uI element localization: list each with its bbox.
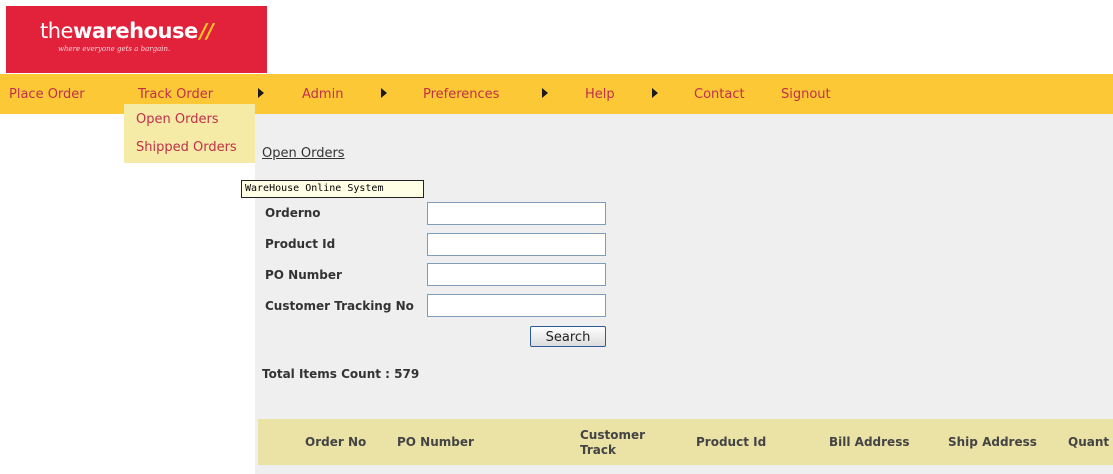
orderno-input[interactable]: [427, 202, 606, 225]
logo-tagline: where everyone gets a bargain.: [58, 45, 171, 53]
po-number-input[interactable]: [427, 263, 606, 286]
menu-place-order[interactable]: Place Order: [9, 87, 85, 102]
search-button[interactable]: Search: [530, 326, 606, 347]
column-header-order-no[interactable]: Order No: [305, 435, 366, 450]
menu-contact[interactable]: Contact: [694, 87, 745, 102]
warehouse-logo[interactable]: thewarehouse// where everyone gets a bar…: [6, 6, 267, 73]
track-order-dropdown: Open Orders Shipped Orders: [124, 104, 255, 163]
total-items-count: Total Items Count : 579: [262, 367, 420, 381]
dropdown-item-shipped-orders[interactable]: Shipped Orders: [136, 140, 237, 155]
product-id-input[interactable]: [427, 233, 606, 256]
column-header-po-number[interactable]: PO Number: [397, 435, 474, 450]
menu-help[interactable]: Help: [585, 87, 615, 102]
column-header-customer-track[interactable]: Customer Track: [580, 428, 645, 458]
column-header-quantity[interactable]: Quant: [1068, 435, 1109, 450]
menu-preferences[interactable]: Preferences: [423, 87, 499, 102]
logo-brand-bold: warehouse: [72, 19, 198, 43]
customer-tracking-input[interactable]: [427, 294, 606, 317]
po-number-label: PO Number: [265, 268, 342, 282]
product-id-label: Product Id: [265, 237, 336, 251]
logo-slashes: //: [199, 19, 214, 43]
app-root: thewarehouse// where everyone gets a bar…: [0, 0, 1113, 474]
logo-brand-light: the: [40, 19, 73, 43]
orderno-label: Orderno: [265, 206, 321, 220]
submenu-arrow-icon: [542, 88, 548, 98]
column-header-product-id[interactable]: Product Id: [696, 435, 766, 450]
logo-wordmark: thewarehouse//: [40, 18, 267, 44]
submenu-arrow-icon: [381, 88, 387, 98]
page-title[interactable]: Open Orders: [262, 146, 345, 161]
menu-signout[interactable]: Signout: [781, 87, 831, 102]
submenu-arrow-icon: [258, 88, 264, 98]
column-header-ship-address[interactable]: Ship Address: [948, 435, 1037, 450]
menu-admin[interactable]: Admin: [302, 87, 343, 102]
submenu-arrow-icon: [652, 88, 658, 98]
dropdown-item-open-orders[interactable]: Open Orders: [136, 112, 219, 127]
orders-table-header: Order No PO Number Customer Track Produc…: [258, 419, 1113, 465]
column-header-bill-address[interactable]: Bill Address: [829, 435, 909, 450]
menu-track-order[interactable]: Track Order: [138, 87, 213, 102]
tooltip: WareHouse Online System: [241, 180, 424, 198]
customer-tracking-label: Customer Tracking No: [265, 299, 414, 313]
